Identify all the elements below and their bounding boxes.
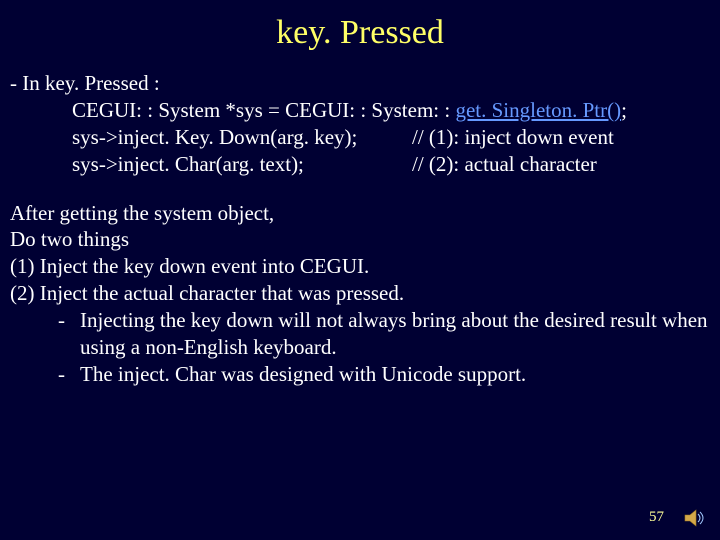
after-line-3: (1) Inject the key down event into CEGUI… xyxy=(10,253,710,280)
code-l3a: sys->inject. Char(arg. text); xyxy=(72,151,412,178)
after-line-1: After getting the system object, xyxy=(10,200,710,227)
code-l2b: // (1): inject down event xyxy=(412,124,614,151)
code-line-2: sys->inject. Key. Down(arg. key); // (1)… xyxy=(10,124,710,151)
slide: key. Pressed - In key. Pressed : CEGUI: … xyxy=(0,0,720,540)
code-l1a: CEGUI: : System *sys = CEGUI: : System: … xyxy=(72,98,455,122)
dash-icon: - xyxy=(10,307,80,361)
slide-body: - In key. Pressed : CEGUI: : System *sys… xyxy=(0,70,720,388)
sub-text-2: The inject. Char was designed with Unico… xyxy=(80,361,710,388)
code-line-1: CEGUI: : System *sys = CEGUI: : System: … xyxy=(10,97,710,124)
code-l3b: // (2): actual character xyxy=(412,151,597,178)
code-l2a: sys->inject. Key. Down(arg. key); xyxy=(72,124,412,151)
sub-text-1: Injecting the key down will not always b… xyxy=(80,307,710,361)
intro-line: - In key. Pressed : xyxy=(10,70,710,97)
after-line-4: (2) Inject the actual character that was… xyxy=(10,280,710,307)
code-l1c: ; xyxy=(621,98,627,122)
sub-point-1: - Injecting the key down will not always… xyxy=(10,307,710,361)
dash-icon: - xyxy=(10,361,80,388)
slide-title: key. Pressed xyxy=(0,0,720,70)
spacer xyxy=(10,178,710,200)
sub-point-2: - The inject. Char was designed with Uni… xyxy=(10,361,710,388)
code-l1-link[interactable]: get. Singleton. Ptr() xyxy=(455,98,621,122)
code-line-3: sys->inject. Char(arg. text); // (2): ac… xyxy=(10,151,710,178)
speaker-icon[interactable] xyxy=(682,506,706,530)
after-line-2: Do two things xyxy=(10,226,710,253)
page-number: 57 xyxy=(649,509,664,526)
